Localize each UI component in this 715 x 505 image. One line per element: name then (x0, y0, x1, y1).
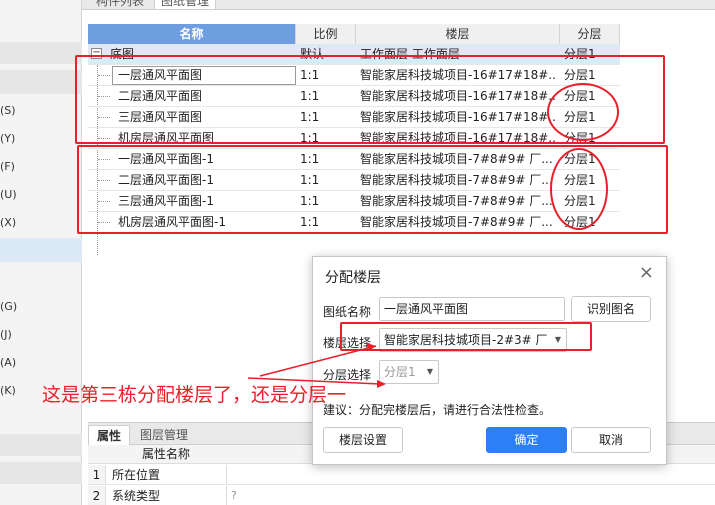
annotation-arrows (247, 343, 386, 388)
app-window: (S) (Y) (F) (U) (X) (G) (J) (A) (K) 构件列表… (0, 0, 715, 505)
arrow-head (377, 380, 386, 388)
arrow-line (259, 345, 377, 377)
annotation-text: 这是第三栋分配楼层了，还是分层一 (42, 384, 347, 406)
